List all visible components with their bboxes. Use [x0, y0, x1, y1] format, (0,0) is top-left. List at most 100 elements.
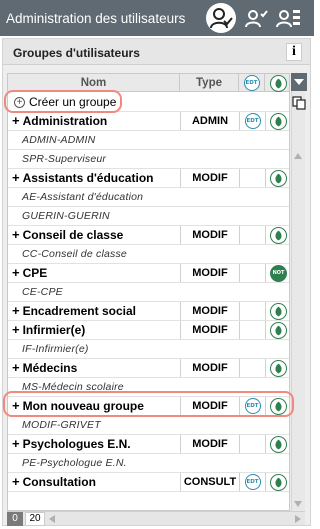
- expand-icon[interactable]: +: [12, 436, 20, 451]
- group-type: [180, 378, 239, 396]
- group-type: MODIF: [180, 435, 239, 453]
- member-row[interactable]: PE-Psychologue E.N.: [8, 454, 289, 473]
- vertical-scrollbar[interactable]: [291, 73, 305, 511]
- member-row[interactable]: ADMIN-ADMIN: [8, 131, 289, 150]
- group-name: + Médecins: [8, 359, 180, 377]
- plus-circle-icon: +: [14, 97, 25, 109]
- sens-cell[interactable]: [265, 321, 289, 339]
- edt-cell: [239, 454, 265, 472]
- create-group-row[interactable]: + Créer un groupe: [8, 93, 289, 112]
- group-type: [180, 131, 239, 149]
- sens-cell: [265, 283, 289, 301]
- sens-cell[interactable]: [265, 302, 289, 320]
- edt-cell[interactable]: [239, 302, 265, 320]
- group-row[interactable]: + Mon nouveau groupe MODIF EDT: [8, 397, 289, 416]
- column-header-edt[interactable]: EDT: [239, 74, 265, 92]
- group-row[interactable]: + Conseil de classe MODIF: [8, 226, 289, 245]
- edt-cell[interactable]: [239, 169, 265, 187]
- expand-icon[interactable]: +: [12, 227, 20, 242]
- edt-cell: [239, 188, 265, 206]
- scroll-right-icon[interactable]: [295, 515, 301, 523]
- scroll-left-icon[interactable]: [49, 515, 55, 523]
- edt-cell: [239, 245, 265, 263]
- edt-cell[interactable]: [239, 435, 265, 453]
- group-name: + Mon nouveau groupe: [8, 397, 180, 415]
- scroll-up-icon[interactable]: [294, 153, 302, 159]
- leaf-icon: [270, 397, 287, 415]
- leaf-icon: [270, 302, 287, 320]
- member-row[interactable]: IF-Infirmier(e): [8, 340, 289, 359]
- member-label: PE-Psychologue E.N.: [22, 457, 127, 469]
- leaf-icon: [270, 359, 287, 377]
- expand-icon[interactable]: +: [12, 170, 20, 185]
- edt-cell: [239, 378, 265, 396]
- expand-icon[interactable]: +: [12, 474, 20, 489]
- group-row[interactable]: + Infirmier(e) MODIF: [8, 321, 289, 340]
- edt-cell[interactable]: EDT: [239, 397, 265, 415]
- group-name: + Conseil de classe: [8, 226, 180, 244]
- sens-cell[interactable]: [265, 397, 289, 415]
- panel-title: Groupes d'utilisateurs: [13, 46, 140, 60]
- user-list-icon[interactable]: [274, 3, 304, 33]
- group-row[interactable]: + Consultation CONSULT EDT: [8, 473, 289, 492]
- group-label: Administration: [22, 114, 108, 128]
- group-type: ADMIN: [180, 112, 239, 130]
- group-row[interactable]: + Administration ADMIN EDT: [8, 112, 289, 131]
- expand-icon[interactable]: +: [12, 265, 20, 280]
- member-row[interactable]: CE-CPE: [8, 283, 289, 302]
- member-row[interactable]: MS-Médecin scolaire: [8, 378, 289, 397]
- member-row[interactable]: AE-Assistant d'éducation: [8, 188, 289, 207]
- group-type: [180, 188, 239, 206]
- edt-cell[interactable]: EDT: [239, 473, 265, 491]
- info-button[interactable]: i: [286, 43, 302, 61]
- columns-menu-button[interactable]: [291, 73, 307, 91]
- sens-cell[interactable]: [265, 112, 289, 130]
- expand-icon[interactable]: +: [12, 398, 20, 413]
- member-label: CC-Conseil de classe: [22, 248, 127, 260]
- member-row[interactable]: GUERIN-GUERIN: [8, 207, 289, 226]
- member-label: AE-Assistant d'éducation: [22, 191, 144, 203]
- group-label: Conseil de classe: [22, 228, 124, 242]
- edt-cell[interactable]: EDT: [239, 112, 265, 130]
- group-row[interactable]: + Médecins MODIF: [8, 359, 289, 378]
- group-type: [180, 283, 239, 301]
- edt-cell[interactable]: [239, 321, 265, 339]
- expand-icon[interactable]: +: [12, 360, 20, 375]
- sens-cell[interactable]: [265, 226, 289, 244]
- sens-cell[interactable]: [265, 169, 289, 187]
- sens-cell[interactable]: [265, 359, 289, 377]
- member-name: MODIF-GRIVET: [8, 416, 180, 434]
- table-header: Nom Type EDT: [8, 74, 289, 92]
- member-row[interactable]: SPR-Superviseur: [8, 150, 289, 169]
- sens-cell: [265, 207, 289, 225]
- group-label: CPE: [22, 266, 48, 280]
- group-row[interactable]: + CPE MODIF NOT: [8, 264, 289, 283]
- sens-cell: [265, 150, 289, 168]
- sens-cell[interactable]: NOT: [265, 264, 289, 282]
- column-header-name[interactable]: Nom: [8, 74, 180, 92]
- group-row[interactable]: + Assistants d'éducation MODIF: [8, 169, 289, 188]
- copy-icon[interactable]: [292, 96, 306, 110]
- expand-icon[interactable]: +: [12, 303, 20, 318]
- expand-icon[interactable]: +: [12, 113, 20, 128]
- sens-cell: [265, 454, 289, 472]
- user-check-icon[interactable]: [206, 3, 236, 33]
- sens-cell[interactable]: [265, 473, 289, 491]
- users-check-icon[interactable]: [243, 3, 273, 33]
- group-row[interactable]: + Psychologues E.N. MODIF: [8, 435, 289, 454]
- group-row[interactable]: + Encadrement social MODIF: [8, 302, 289, 321]
- horizontal-scrollbar[interactable]: [47, 513, 303, 525]
- edt-cell[interactable]: [239, 264, 265, 282]
- edt-cell[interactable]: [239, 226, 265, 244]
- member-row[interactable]: CC-Conseil de classe: [8, 245, 289, 264]
- sens-cell[interactable]: [265, 435, 289, 453]
- create-group-button[interactable]: + Créer un groupe: [8, 93, 180, 111]
- scroll-down-icon[interactable]: [294, 501, 302, 507]
- member-row[interactable]: MODIF-GRIVET: [8, 416, 289, 435]
- column-header-sens[interactable]: [265, 74, 289, 92]
- expand-icon[interactable]: +: [12, 322, 20, 337]
- edt-cell[interactable]: [239, 359, 265, 377]
- column-header-type[interactable]: Type: [180, 74, 239, 92]
- group-label: Infirmier(e): [22, 323, 86, 337]
- group-type: [180, 340, 239, 358]
